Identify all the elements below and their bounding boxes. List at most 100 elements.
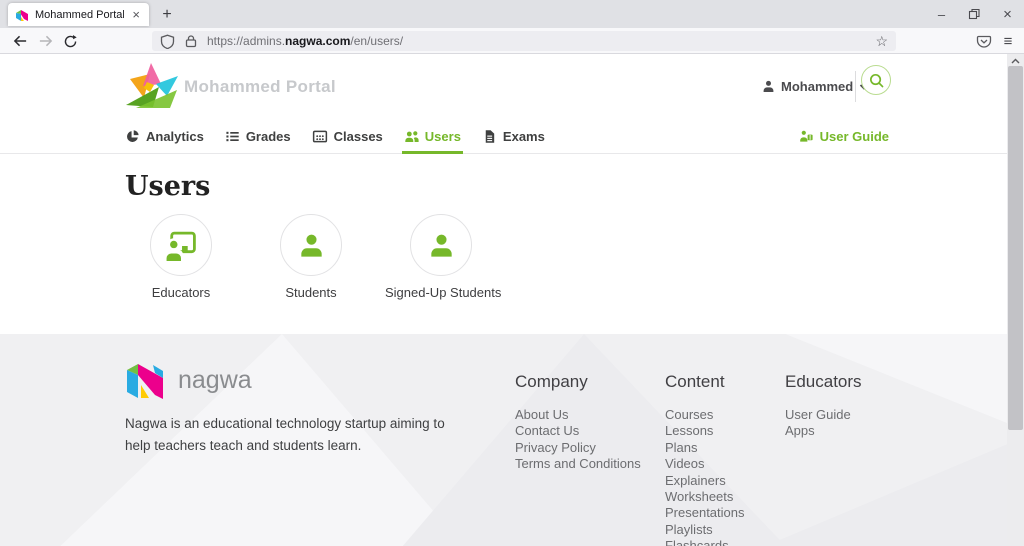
nagwa-logo-icon xyxy=(127,364,163,399)
nav-item-users[interactable]: Users xyxy=(401,120,464,154)
footer-link[interactable]: Flashcards xyxy=(665,538,745,546)
browser-window: Mohammed Portal × + – × https://admins.n… xyxy=(0,0,1024,546)
footer-link[interactable]: Contact Us xyxy=(515,423,641,439)
reload-icon xyxy=(64,34,77,47)
footer-link[interactable]: Courses xyxy=(665,407,745,423)
footer-description: Nagwa is an educational technology start… xyxy=(125,416,445,454)
restore-icon xyxy=(968,8,980,19)
back-icon xyxy=(13,35,26,47)
browser-tab-bar: Mohammed Portal × + – × xyxy=(0,0,1024,28)
footer-brand: nagwa xyxy=(125,361,252,399)
portal-title: Mohammed Portal xyxy=(184,77,336,96)
account-menu[interactable]: Mohammed xyxy=(762,79,869,94)
menu-button[interactable]: ≡ xyxy=(996,30,1020,52)
column-heading: Content xyxy=(665,372,725,391)
card-signed-up-students[interactable]: Signed-Up Students xyxy=(385,214,502,300)
user-guide-link[interactable]: User Guide xyxy=(799,120,889,153)
footer-link[interactable]: Playlists xyxy=(665,522,745,538)
url-text: https://admins.nagwa.com/en/users/ xyxy=(207,34,866,48)
scrollbar-thumb[interactable] xyxy=(1008,66,1023,430)
nav-label: Users xyxy=(424,129,461,144)
window-controls: – × xyxy=(925,0,1024,28)
forward-icon xyxy=(39,35,52,47)
header-divider xyxy=(855,71,856,102)
footer-link[interactable]: About Us xyxy=(515,407,641,423)
nav-item-grades[interactable]: Grades xyxy=(225,120,291,153)
back-button[interactable] xyxy=(8,30,32,52)
tracking-shield-icon xyxy=(160,34,175,49)
pie-chart-icon xyxy=(127,130,139,142)
footer-column-educators: Educators User Guide Apps xyxy=(785,372,862,440)
restore-button[interactable] xyxy=(958,0,991,28)
footer-column-content: Content Courses Lessons Plans Videos Exp… xyxy=(665,372,745,546)
nav-item-exams[interactable]: Exams xyxy=(482,120,545,153)
user-guide-icon xyxy=(799,130,813,142)
card-label: Signed-Up Students xyxy=(385,285,502,300)
footer-link[interactable]: User Guide xyxy=(785,407,862,423)
signed-up-students-circle xyxy=(410,214,472,276)
list-icon xyxy=(226,131,239,142)
nav-label: Classes xyxy=(333,129,383,144)
page-title: Users xyxy=(125,171,211,202)
pocket-button[interactable] xyxy=(972,30,996,52)
new-tab-button[interactable]: + xyxy=(156,4,178,26)
card-label: Educators xyxy=(151,285,211,300)
student-icon xyxy=(430,234,452,257)
url-path: /en/users/ xyxy=(350,34,404,48)
nav-label: Grades xyxy=(245,129,291,144)
footer-link[interactable]: Presentations xyxy=(665,505,745,521)
bookmark-star-icon[interactable]: ☆ xyxy=(875,34,888,48)
search-icon xyxy=(869,73,883,87)
footer-link[interactable]: Lessons xyxy=(665,423,745,439)
url-bar[interactable]: https://admins.nagwa.com/en/users/ ☆ xyxy=(152,31,896,51)
card-educators[interactable]: Educators xyxy=(125,214,237,300)
search-button[interactable] xyxy=(861,65,891,95)
nav-item-classes[interactable]: Classes xyxy=(312,120,383,153)
nav-label: Analytics xyxy=(146,129,204,144)
url-prefix: https://admins. xyxy=(207,34,286,48)
nav-item-analytics[interactable]: Analytics xyxy=(125,120,204,153)
close-window-button[interactable]: × xyxy=(991,0,1024,28)
scrollbar[interactable] xyxy=(1007,54,1024,546)
url-domain: nagwa.com xyxy=(285,34,351,48)
column-heading: Company xyxy=(515,372,588,391)
reload-button[interactable] xyxy=(58,30,82,52)
site-footer: nagwa Nagwa is an educational technology… xyxy=(0,334,1007,546)
lock-icon xyxy=(185,35,197,48)
footer-link[interactable]: Worksheets xyxy=(665,489,745,505)
account-name: Mohammed xyxy=(781,79,854,94)
pocket-icon xyxy=(976,35,992,48)
user-guide-label: User Guide xyxy=(819,129,889,144)
nagwa-tree-logo-icon[interactable] xyxy=(124,62,180,110)
users-section: Users Educators Students Signed-Up Stude… xyxy=(0,154,1007,334)
person-icon xyxy=(763,80,774,92)
users-icon xyxy=(405,130,419,142)
footer-link[interactable]: Terms and Conditions xyxy=(515,456,641,472)
minimize-button[interactable]: – xyxy=(925,0,958,28)
classroom-icon xyxy=(312,130,327,143)
site-favicon xyxy=(16,9,28,21)
tab-close-icon[interactable]: × xyxy=(130,8,142,21)
document-icon xyxy=(485,130,495,143)
forward-button[interactable] xyxy=(33,30,57,52)
footer-link[interactable]: Plans xyxy=(665,440,745,456)
user-type-cards: Educators Students Signed-Up Students xyxy=(125,214,1007,300)
page-content: Mohammed Portal Mohammed Analytics Grade… xyxy=(0,54,1024,546)
footer-link[interactable]: Explainers xyxy=(665,473,745,489)
browser-toolbar: https://admins.nagwa.com/en/users/ ☆ ≡ xyxy=(0,28,1024,54)
educator-board-icon xyxy=(164,231,196,262)
educators-circle xyxy=(150,214,212,276)
nav-label: Exams xyxy=(502,129,545,144)
tab-title: Mohammed Portal xyxy=(35,8,125,21)
footer-column-company: Company About Us Contact Us Privacy Poli… xyxy=(515,372,641,473)
site-header: Mohammed Portal Mohammed xyxy=(0,54,1007,120)
students-circle xyxy=(280,214,342,276)
brand-name: nagwa xyxy=(178,365,252,394)
footer-link[interactable]: Privacy Policy xyxy=(515,440,641,456)
card-students[interactable]: Students xyxy=(255,214,367,300)
card-label: Students xyxy=(285,285,337,300)
column-heading: Educators xyxy=(785,372,862,391)
footer-link[interactable]: Apps xyxy=(785,423,862,439)
footer-link[interactable]: Videos xyxy=(665,456,745,472)
browser-tab[interactable]: Mohammed Portal × xyxy=(8,3,149,26)
